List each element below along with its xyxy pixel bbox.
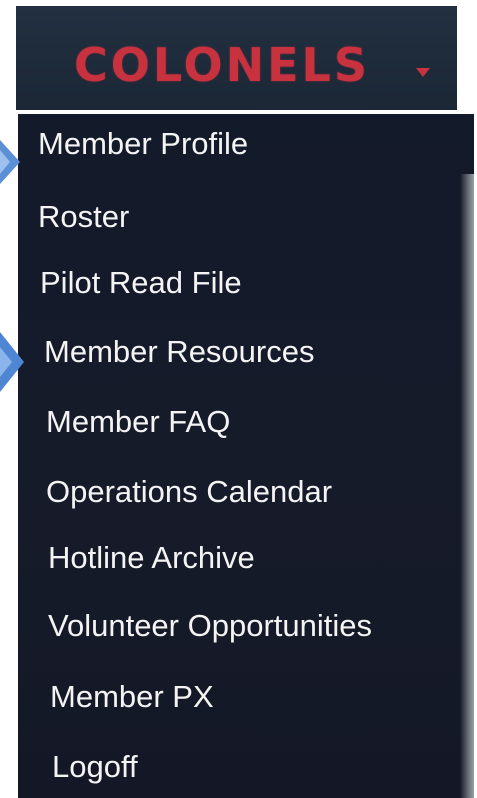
nav-title[interactable]: COLONELS [74,42,370,88]
menu-item-roster[interactable]: Roster [38,201,129,232]
caret-down-icon[interactable] [416,68,430,77]
menu-item-member-resources[interactable]: Member Resources [44,336,314,367]
screenshot-stage: COLONELS Member Profile Roster Pilot Rea… [0,0,477,798]
menu-item-member-profile[interactable]: Member Profile [38,128,248,159]
menu-item-operations-calendar[interactable]: Operations Calendar [46,476,332,507]
dropdown-menu: Member Profile Roster Pilot Read File Me… [18,114,474,798]
menu-item-volunteer-opportunities[interactable]: Volunteer Opportunities [48,610,372,641]
arrow-pointer-highlight-icon [0,150,10,174]
nav-header[interactable]: COLONELS [16,6,457,110]
menu-item-pilot-read-file[interactable]: Pilot Read File [40,267,242,298]
dropdown-edge [460,174,474,798]
menu-item-member-faq[interactable]: Member FAQ [46,406,230,437]
menu-item-logoff[interactable]: Logoff [52,751,138,782]
arrow-pointer-highlight-icon [0,347,12,377]
menu-item-hotline-archive[interactable]: Hotline Archive [48,542,255,573]
menu-item-member-px[interactable]: Member PX [50,681,214,712]
